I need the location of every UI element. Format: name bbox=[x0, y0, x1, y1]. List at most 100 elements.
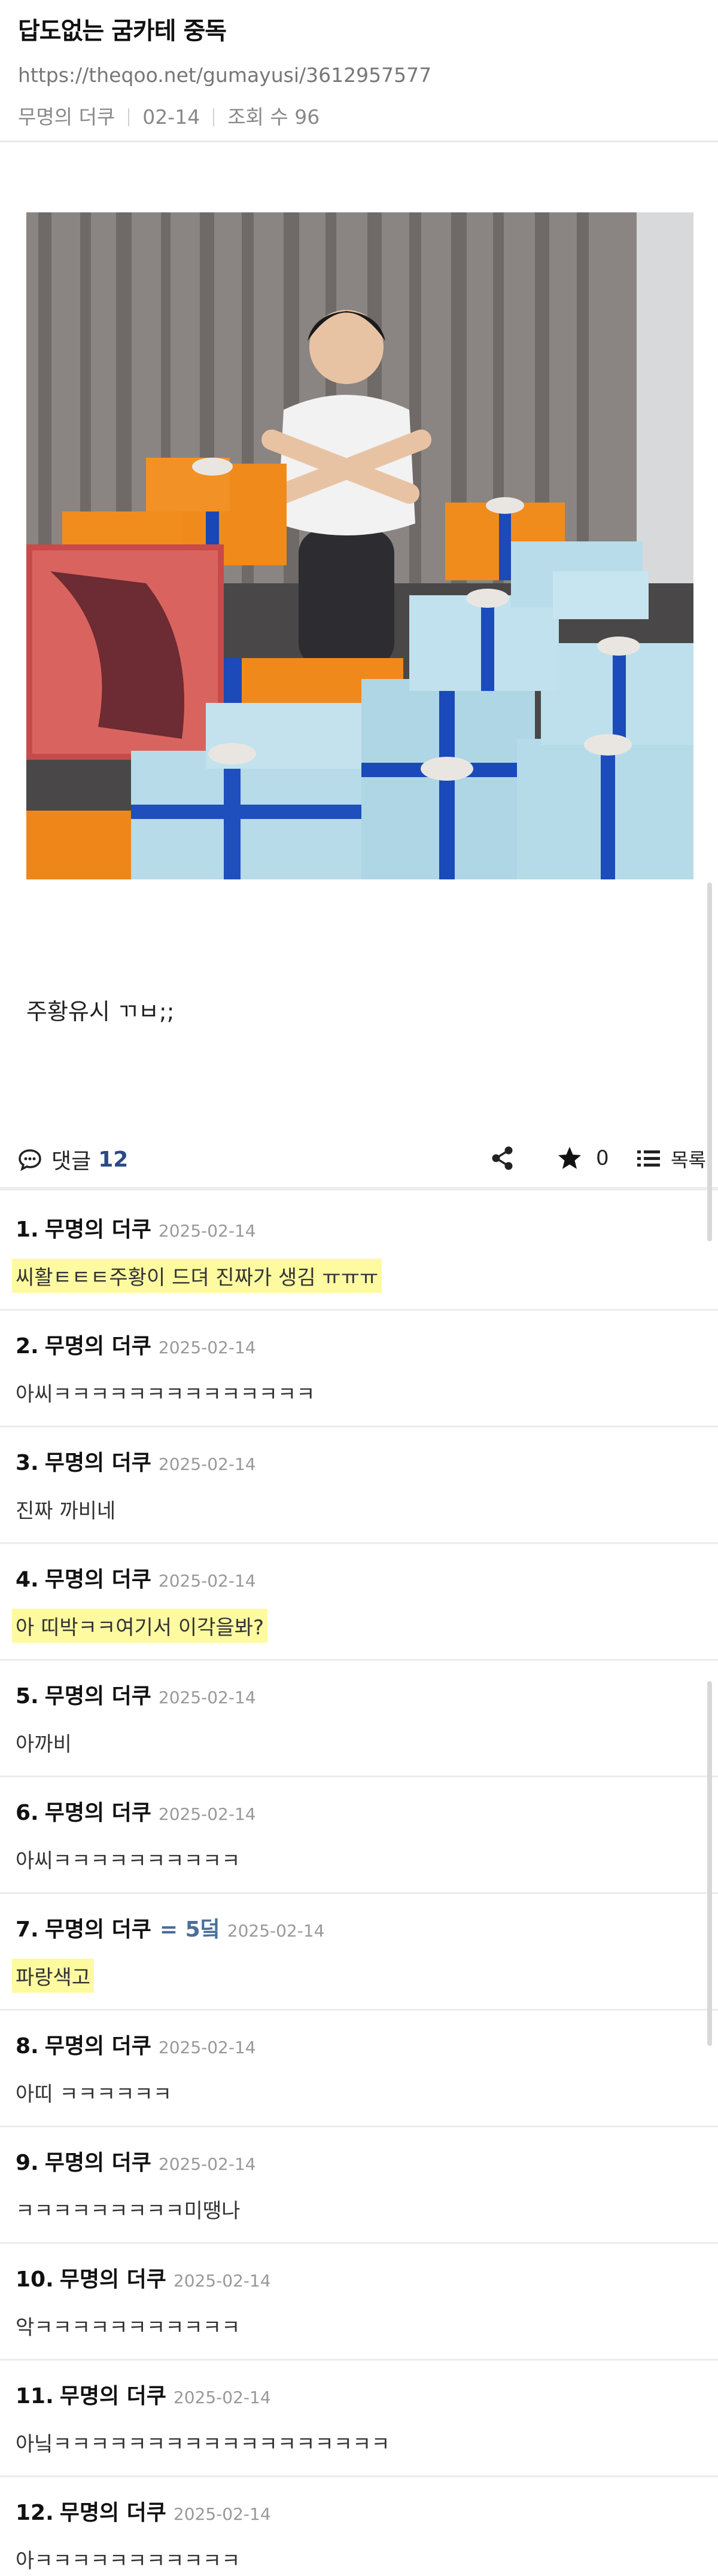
post-title: 답도없는 굼카테 중독 bbox=[18, 17, 227, 45]
comment-number: 8. bbox=[16, 2034, 39, 2059]
post-views: 조회 수 96 bbox=[227, 105, 320, 129]
post-url[interactable]: https://theqoo.net/gumayusi/3612957577 bbox=[18, 62, 700, 89]
comment-author[interactable]: 무명의 더쿠 bbox=[45, 2145, 151, 2176]
comment-header: 2. 무명의 더쿠 2025-02-14 bbox=[16, 1329, 256, 1360]
comment-list: 1. 무명의 더쿠 2025-02-14 씨활ㅌㅌㅌ주황이 드뎌 진짜가 생김 ㅠㅠㅠ… bbox=[0, 1194, 718, 2576]
post-action-bar: 댓글 12 0 목록 bbox=[0, 1131, 718, 1190]
photo-gift-boxes bbox=[26, 212, 693, 879]
scrollbar-thumb[interactable] bbox=[707, 882, 712, 1241]
comment-number: 1. bbox=[16, 1217, 39, 1242]
meta-divider bbox=[128, 108, 130, 126]
comment-date: 2025-02-14 bbox=[158, 1804, 256, 1824]
post-body-text: 주황유시 ㄲㅂ;; bbox=[26, 998, 175, 1025]
comment-header: 8. 무명의 더쿠 2025-02-14 bbox=[16, 2029, 256, 2060]
comment-number: 6. bbox=[16, 1801, 39, 1825]
comment-text: 아닠ㅋㅋㅋㅋㅋㅋㅋㅋㅋㅋㅋㅋㅋㅋㅋㅋㅋㅋ bbox=[16, 2432, 390, 2456]
comment-item: 5. 무명의 더쿠 2025-02-14 아까비 bbox=[0, 1661, 718, 1777]
comment-number: 9. bbox=[16, 2151, 39, 2175]
comment-item: 6. 무명의 더쿠 2025-02-14 아씨ㅋㅋㅋㅋㅋㅋㅋㅋㅋㅋ bbox=[0, 1777, 718, 1894]
comment-author[interactable]: 무명의 더쿠 bbox=[60, 2262, 166, 2293]
scrollbar-thumb[interactable] bbox=[707, 1681, 712, 2046]
comment-author[interactable]: 무명의 더쿠 bbox=[45, 1912, 151, 1943]
comment-number: 12. bbox=[16, 2501, 54, 2525]
comment-date: 2025-02-14 bbox=[158, 1688, 256, 1707]
comment-item: 8. 무명의 더쿠 2025-02-14 아띠 ㅋㅋㅋㅋㅋㅋ bbox=[0, 2011, 718, 2127]
comment-text: ㅋㅋㅋㅋㅋㅋㅋㅋㅋ미땡나 bbox=[16, 2199, 241, 2223]
comment-number: 2. bbox=[16, 1334, 39, 1359]
comment-author[interactable]: 무명의 더쿠 bbox=[60, 2379, 166, 2410]
comment-text: 아씨ㅋㅋㅋㅋㅋㅋㅋㅋㅋㅋ bbox=[16, 1849, 241, 1873]
favorite-button[interactable]: 0 bbox=[556, 1145, 609, 1171]
comment-author[interactable]: 무명의 더쿠 bbox=[45, 1329, 151, 1360]
comment-number: 11. bbox=[16, 2384, 54, 2408]
comment-author[interactable]: 무명의 더쿠 bbox=[45, 1562, 151, 1593]
comment-text: 파랑색고 bbox=[12, 1959, 95, 1993]
comment-header: 11. 무명의 더쿠 2025-02-14 bbox=[16, 2379, 271, 2410]
comment-date: 2025-02-14 bbox=[173, 2271, 271, 2291]
comment-item: 9. 무명의 더쿠 2025-02-14 ㅋㅋㅋㅋㅋㅋㅋㅋㅋ미땡나 bbox=[0, 2127, 718, 2244]
comment-label: 댓글 bbox=[51, 1149, 92, 1174]
comment-item: 2. 무명의 더쿠 2025-02-14 아씨ㅋㅋㅋㅋㅋㅋㅋㅋㅋㅋㅋㅋㅋㅋ bbox=[0, 1311, 718, 1427]
list-button[interactable]: 목록 bbox=[637, 1145, 706, 1173]
comment-number: 7. bbox=[16, 1917, 39, 1942]
comment-reply-ref[interactable]: = 5덬 bbox=[160, 1912, 220, 1943]
comment-item: 4. 무명의 더쿠 2025-02-14 아 띠박ㅋㅋ여기서 이각을봐? bbox=[0, 1544, 718, 1661]
comment-date: 2025-02-14 bbox=[173, 2388, 271, 2407]
comment-header: 6. 무명의 더쿠 2025-02-14 bbox=[16, 1795, 256, 1826]
speech-bubble-icon bbox=[19, 1149, 41, 1171]
comment-header: 5. 무명의 더쿠 2025-02-14 bbox=[16, 1679, 256, 1710]
comment-number: 4. bbox=[16, 1567, 39, 1592]
comment-item: 7. 무명의 더쿠 = 5덬 2025-02-14 파랑색고 bbox=[0, 1894, 718, 2011]
comment-date: 2025-02-14 bbox=[227, 1921, 325, 1941]
comment-date: 2025-02-14 bbox=[158, 1221, 256, 1241]
comment-text: 씨활ㅌㅌㅌ주황이 드뎌 진짜가 생김 ㅠㅠㅠ bbox=[12, 1259, 382, 1293]
list-label: 목록 bbox=[671, 1149, 706, 1171]
comment-item: 1. 무명의 더쿠 2025-02-14 씨활ㅌㅌㅌ주황이 드뎌 진짜가 생김 ㅠㅠㅠ bbox=[0, 1194, 718, 1311]
favorite-count: 0 bbox=[596, 1146, 609, 1170]
post-author: 무명의 더쿠 bbox=[18, 105, 115, 129]
share-button[interactable] bbox=[491, 1145, 515, 1174]
comment-author[interactable]: 무명의 더쿠 bbox=[45, 1679, 151, 1710]
comment-number: 5. bbox=[16, 1684, 39, 1709]
comment-header: 4. 무명의 더쿠 2025-02-14 bbox=[16, 1562, 256, 1593]
post-header: 답도없는 굼카테 중독 https://theqoo.net/gumayusi/… bbox=[0, 0, 718, 142]
comment-text: 아씨ㅋㅋㅋㅋㅋㅋㅋㅋㅋㅋㅋㅋㅋㅋ bbox=[16, 1383, 315, 1406]
comment-item: 11. 무명의 더쿠 2025-02-14 아닠ㅋㅋㅋㅋㅋㅋㅋㅋㅋㅋㅋㅋㅋㅋㅋㅋㅋㅋ bbox=[0, 2361, 718, 2477]
comment-author[interactable]: 무명의 더쿠 bbox=[60, 2495, 166, 2526]
comment-text: 아ㅋㅋㅋㅋㅋㅋㅋㅋㅋㅋㅋ bbox=[16, 2549, 241, 2573]
comment-author[interactable]: 무명의 더쿠 bbox=[45, 1212, 151, 1243]
comment-text: 아까비 bbox=[16, 1732, 72, 1756]
comment-date: 2025-02-14 bbox=[158, 2038, 256, 2057]
comment-header: 1. 무명의 더쿠 2025-02-14 bbox=[16, 1212, 256, 1243]
comment-number: 3. bbox=[16, 1451, 39, 1475]
comment-item: 10. 무명의 더쿠 2025-02-14 악ㅋㅋㅋㅋㅋㅋㅋㅋㅋㅋㅋ bbox=[0, 2244, 718, 2361]
comment-author[interactable]: 무명의 더쿠 bbox=[45, 1445, 151, 1476]
comment-header: 10. 무명의 더쿠 2025-02-14 bbox=[16, 2262, 271, 2293]
post-meta: 무명의 더쿠 02-14 조회 수 96 bbox=[18, 104, 700, 130]
comment-author[interactable]: 무명의 더쿠 bbox=[45, 2029, 151, 2060]
meta-divider bbox=[213, 108, 215, 126]
comment-date: 2025-02-14 bbox=[158, 1571, 256, 1591]
comment-date: 2025-02-14 bbox=[158, 2154, 256, 2174]
comment-number: 10. bbox=[16, 2267, 54, 2292]
comment-header: 3. 무명의 더쿠 2025-02-14 bbox=[16, 1445, 256, 1476]
comment-date: 2025-02-14 bbox=[158, 1338, 256, 1357]
star-icon bbox=[558, 1147, 581, 1169]
comment-header: 9. 무명의 더쿠 2025-02-14 bbox=[16, 2145, 256, 2176]
list-icon bbox=[637, 1150, 660, 1167]
comment-item: 3. 무명의 더쿠 2025-02-14 진짜 까비네 bbox=[0, 1427, 718, 1544]
comment-count: 12 bbox=[98, 1147, 129, 1172]
post-date: 02-14 bbox=[142, 105, 200, 129]
comment-author[interactable]: 무명의 더쿠 bbox=[45, 1795, 151, 1826]
post-photo[interactable] bbox=[26, 212, 693, 879]
comment-date: 2025-02-14 bbox=[158, 1454, 256, 1474]
comment-header: 7. 무명의 더쿠 = 5덬 2025-02-14 bbox=[16, 1912, 324, 1943]
comment-count-button[interactable]: 댓글 12 bbox=[18, 1144, 128, 1175]
comment-text: 아띠 ㅋㅋㅋㅋㅋㅋ bbox=[16, 2082, 172, 2106]
comment-text: 진짜 까비네 bbox=[16, 1499, 116, 1523]
share-icon bbox=[492, 1146, 513, 1170]
comment-date: 2025-02-14 bbox=[173, 2504, 271, 2524]
comment-text: 아 띠박ㅋㅋ여기서 이각을봐? bbox=[12, 1609, 268, 1643]
comment-text: 악ㅋㅋㅋㅋㅋㅋㅋㅋㅋㅋㅋ bbox=[16, 2316, 241, 2340]
comment-header: 12. 무명의 더쿠 2025-02-14 bbox=[16, 2495, 271, 2526]
